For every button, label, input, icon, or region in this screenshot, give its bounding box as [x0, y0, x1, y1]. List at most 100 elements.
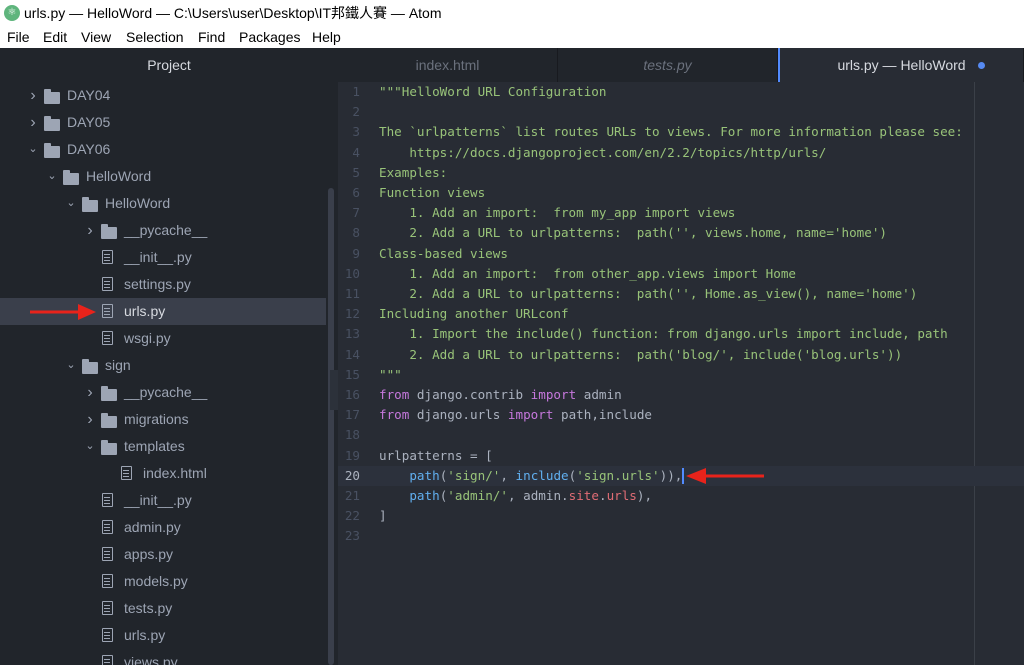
tree-folder[interactable]: › __pycache__ — [0, 379, 326, 406]
chevron-right-icon[interactable]: › — [85, 217, 95, 244]
code-token: import — [507, 407, 554, 423]
code-line[interactable]: 18 — [338, 425, 1024, 445]
code-line[interactable]: 13 1. Import the include() function: fro… — [338, 324, 1024, 344]
red-arrow-editor-icon — [686, 468, 764, 484]
tree-item-label: settings.py — [124, 276, 191, 292]
file-icon — [102, 304, 113, 318]
tree-folder[interactable]: › __pycache__ — [0, 217, 326, 244]
tree-folder[interactable]: ⌄ HelloWord — [0, 190, 326, 217]
code-line[interactable]: 23 — [338, 526, 1024, 546]
tab-urls-py[interactable]: urls.py — HelloWord — [778, 48, 1024, 82]
window-title: urls.py — HelloWord — C:\Users\user\Desk… — [24, 5, 442, 21]
tree-folder[interactable]: › DAY05 — [0, 109, 326, 136]
code-line[interactable]: 6 Function views — [338, 183, 1024, 203]
code-token: 1. Add an import: from my_app import vie… — [379, 205, 736, 221]
tab-tests-py[interactable]: tests.py — [558, 48, 778, 82]
chevron-down-icon[interactable]: ⌄ — [66, 352, 76, 379]
chevron-right-icon[interactable]: › — [28, 82, 38, 109]
tree-file[interactable]: tests.py — [0, 595, 326, 622]
tree-folder[interactable]: › DAY04 — [0, 82, 326, 109]
tree-item-label: DAY06 — [67, 141, 111, 157]
code-line[interactable]: 17 from django.urls import path,include — [338, 405, 1024, 425]
chevron-down-icon[interactable]: ⌄ — [66, 190, 76, 217]
chevron-right-icon[interactable]: › — [85, 406, 95, 433]
code-line[interactable]: 19 urlpatterns = [ — [338, 446, 1024, 466]
menu-edit[interactable]: Edit — [43, 26, 67, 48]
line-number: 16 — [344, 387, 360, 402]
chevron-down-icon[interactable]: ⌄ — [47, 163, 57, 190]
code-line[interactable]: 11 2. Add a URL to urlpatterns: path('',… — [338, 284, 1024, 304]
tab-label: urls.py — HelloWord — [837, 57, 966, 73]
tree-folder[interactable]: › migrations — [0, 406, 326, 433]
tree-item-label: sign — [105, 357, 131, 373]
line-number: 2 — [352, 104, 360, 120]
folder-icon — [44, 143, 60, 158]
folder-icon — [44, 89, 60, 104]
code-line[interactable]: 9 Class-based views — [338, 244, 1024, 264]
code-text: path('sign/', include('sign.urls')), — [379, 466, 685, 486]
tree-folder[interactable]: ⌄ DAY06 — [0, 136, 326, 163]
tree-file[interactable]: index.html — [0, 460, 326, 487]
code-token: 'admin/' — [447, 488, 508, 503]
menu-packages[interactable]: Packages — [239, 26, 300, 48]
line-number: 3 — [352, 124, 360, 140]
code-line[interactable]: 4 https://docs.djangoproject.com/en/2.2/… — [338, 143, 1024, 163]
tree-file[interactable]: wsgi.py — [0, 325, 326, 352]
chevron-right-icon[interactable]: › — [28, 109, 38, 136]
line-number: 8 — [352, 225, 360, 241]
tree-file[interactable]: apps.py — [0, 541, 326, 568]
tree-file[interactable]: views.py — [0, 649, 326, 665]
chevron-right-icon[interactable]: › — [85, 379, 95, 406]
code-text: 1. Import the include() function: from d… — [379, 324, 947, 344]
folder-icon — [101, 224, 117, 239]
line-number: 4 — [352, 144, 360, 160]
code-editor[interactable]: 1 """HelloWord URL Configuration 2 3 The `ur… — [338, 82, 1024, 665]
code-token: Class-based views — [379, 245, 508, 261]
file-icon — [102, 277, 113, 291]
tree-file[interactable]: models.py — [0, 568, 326, 595]
line-number: 19 — [344, 447, 360, 463]
code-line[interactable]: 21 path('admin/', admin.site.urls), — [338, 486, 1024, 506]
code-line[interactable]: 14 2. Add a URL to urlpatterns: path('bl… — [338, 345, 1024, 365]
code-line[interactable]: 20 path('sign/', include('sign.urls')), — [338, 465, 1024, 486]
tree-folder[interactable]: ⌄ HelloWord — [0, 163, 326, 190]
tree-file[interactable]: __init__.py — [0, 487, 326, 514]
code-line[interactable]: 16 from django.contrib import admin — [338, 385, 1024, 405]
tree-file[interactable]: urls.py — [0, 622, 326, 649]
code-token: 2. Add a URL to urlpatterns: path('', Ho… — [379, 286, 918, 301]
tree-folder[interactable]: ⌄ templates — [0, 433, 326, 460]
tree-item-label: HelloWord — [105, 195, 171, 211]
code-line[interactable]: 7 1. Add an import: from my_app import v… — [338, 203, 1024, 223]
menu-file[interactable]: File — [7, 26, 30, 48]
tab-index-html[interactable]: index.html — [338, 48, 558, 82]
code-line[interactable]: 3 The `urlpatterns` list routes URLs to v… — [338, 122, 1024, 142]
folder-icon — [44, 116, 60, 131]
code-line[interactable]: 12 Including another URLconf — [338, 304, 1024, 324]
code-line[interactable]: 1 """HelloWord URL Configuration — [338, 82, 1024, 102]
code-text: Including another URLconf — [379, 304, 569, 324]
tree-folder[interactable]: ⌄ sign — [0, 352, 326, 379]
chevron-down-icon[interactable]: ⌄ — [28, 136, 38, 163]
tree-file[interactable]: settings.py — [0, 271, 326, 298]
code-line[interactable]: 10 1. Add an import: from other_app.view… — [338, 264, 1024, 284]
code-text: """HelloWord URL Configuration — [379, 82, 606, 102]
code-line[interactable]: 5 Examples: — [338, 163, 1024, 183]
menu-help[interactable]: Help — [312, 26, 341, 48]
code-line[interactable]: 22] — [338, 506, 1024, 526]
menu-view[interactable]: View — [81, 26, 111, 48]
tree-file[interactable]: __init__.py — [0, 244, 326, 271]
chevron-down-icon[interactable]: ⌄ — [85, 433, 95, 460]
code-line[interactable]: 8 2. Add a URL to urlpatterns: path('', … — [338, 223, 1024, 243]
tree-file[interactable]: admin.py — [0, 514, 326, 541]
tab-label: tests.py — [643, 57, 692, 73]
menu-find[interactable]: Find — [198, 26, 225, 48]
sidebar-scrollbar[interactable] — [328, 188, 334, 665]
code-token: Examples: — [379, 164, 448, 180]
code-line[interactable]: 15 """ — [338, 365, 1024, 385]
code-line[interactable]: 2 — [338, 102, 1024, 122]
file-icon — [102, 331, 113, 345]
tree-item-label: urls.py — [124, 627, 166, 643]
menu-selection[interactable]: Selection — [126, 26, 184, 48]
